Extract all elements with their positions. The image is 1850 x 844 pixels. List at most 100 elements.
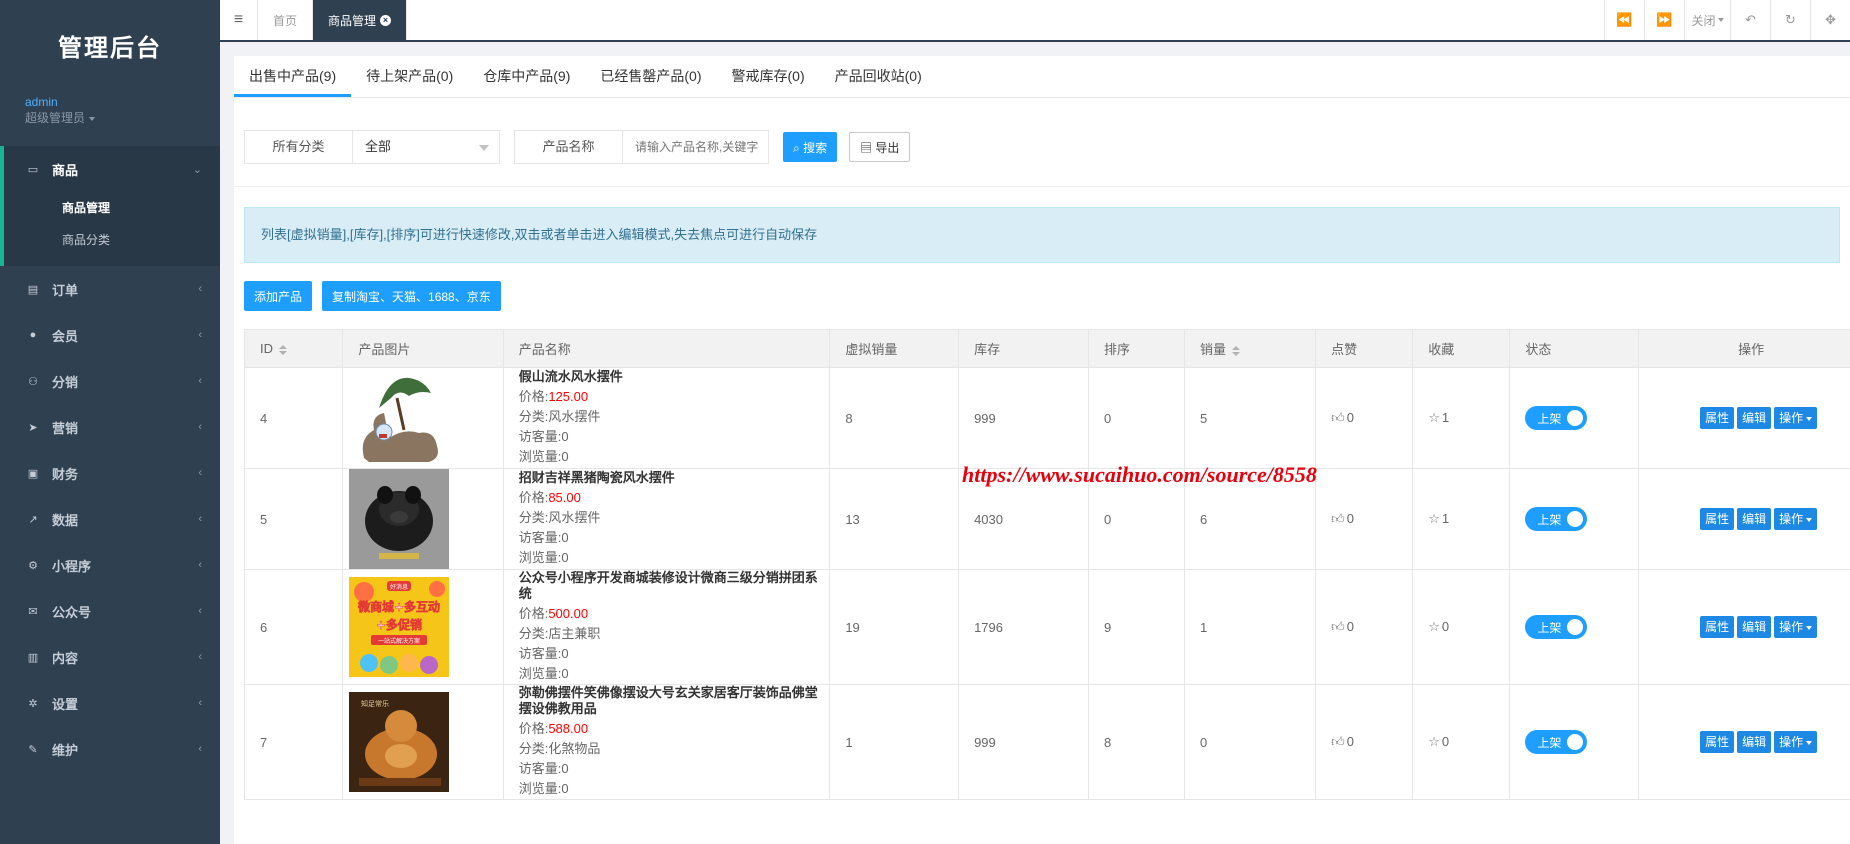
sidebar-item[interactable]: ✲ 设置 ‹ xyxy=(0,680,220,726)
attribute-button[interactable]: 属性 xyxy=(1700,731,1735,753)
attribute-button[interactable]: 属性 xyxy=(1700,508,1735,530)
sort-icon[interactable] xyxy=(279,344,287,355)
sidebar-item[interactable]: ✉ 公众号 ‹ xyxy=(0,588,220,634)
edit-button[interactable]: 编辑 xyxy=(1737,616,1772,638)
product-image[interactable]: 好消息微商城+多互动 +多促销一站式解决方案 xyxy=(349,577,450,677)
cell-status: 上架 xyxy=(1509,569,1640,685)
col-sales[interactable]: 销量 xyxy=(1183,329,1317,368)
status-tab[interactable]: 仓库中产品(9) xyxy=(468,56,585,97)
cell-actions: 属性 编辑 操作 xyxy=(1638,468,1850,570)
cell-virtual-sales[interactable]: 1 xyxy=(829,684,960,800)
product-status-tabs: 出售中产品(9) 待上架产品(0) 仓库中产品(9) 已经售罄产品(0) 警戒库存(0)… xyxy=(234,56,1850,98)
fullscreen-icon[interactable]: ✥ xyxy=(1810,0,1850,40)
sidebar-subitem[interactable]: 商品分类 xyxy=(4,224,220,256)
close-menu-button[interactable]: 关闭 xyxy=(1684,0,1730,40)
edit-button[interactable]: 编辑 xyxy=(1737,407,1772,429)
cell-virtual-sales[interactable]: 19 xyxy=(829,569,960,685)
product-name-input[interactable] xyxy=(623,131,768,163)
sidebar-subitem[interactable]: 商品管理 xyxy=(4,192,220,224)
add-product-button[interactable]: 添加产品 xyxy=(244,281,313,311)
status-toggle[interactable]: 上架 xyxy=(1525,615,1588,639)
tab-bar-tools: ⏪ ⏩ 关闭 ↶ ↻ ✥ xyxy=(1604,0,1850,40)
export-button-label: 导出 xyxy=(875,140,900,155)
scroll-left-icon[interactable]: ⏪ xyxy=(1604,0,1644,40)
chevron-left-icon: ‹ xyxy=(198,467,202,479)
status-toggle[interactable]: 上架 xyxy=(1525,406,1588,430)
edit-button[interactable]: 编辑 xyxy=(1737,508,1772,530)
cell-id: 7 xyxy=(243,684,344,800)
cell-name: 招财吉祥黑猪陶瓷风水摆件 价格:85.00 分类:风水摆件 访客量:0 浏览量:0 xyxy=(502,468,831,570)
status-toggle[interactable]: 上架 xyxy=(1525,507,1588,531)
cell-stock[interactable]: 1796 xyxy=(958,569,1090,685)
sidebar-group: ✉ 公众号 ‹ xyxy=(0,588,220,634)
status-tab[interactable]: 待上架产品(0) xyxy=(351,56,468,97)
sidebar-item[interactable]: ↗ 数据 ‹ xyxy=(0,496,220,542)
more-actions-dropdown[interactable]: 操作 xyxy=(1774,616,1818,638)
cell-sales: 1 xyxy=(1183,569,1317,685)
cell-virtual-sales[interactable]: 8 xyxy=(829,367,960,469)
user-info[interactable]: admin 超级管理员 xyxy=(0,90,220,146)
search-button[interactable]: ⌕ 搜索 xyxy=(783,132,838,162)
sidebar-item[interactable]: ⚇ 分销 ‹ xyxy=(0,358,220,404)
category-select[interactable]: 全部 xyxy=(353,131,499,163)
laptop-icon: ▭ xyxy=(27,163,39,176)
cell-sort[interactable]: 0 xyxy=(1088,367,1185,469)
category-filter-label: 所有分类 xyxy=(245,131,353,163)
cell-sort[interactable]: 9 xyxy=(1088,569,1185,685)
more-actions-dropdown[interactable]: 操作 xyxy=(1774,407,1818,429)
copy-product-button[interactable]: 复制淘宝、天猫、1688、京东 xyxy=(322,281,501,311)
tab-home[interactable]: 首页 xyxy=(258,0,314,40)
price-prefix: 价格: xyxy=(518,606,549,621)
sort-icon[interactable] xyxy=(1232,345,1241,356)
refresh-icon[interactable]: ↻ xyxy=(1770,0,1810,40)
sidebar-item[interactable]: ✎ 维护 ‹ xyxy=(0,726,220,772)
user-name[interactable]: admin xyxy=(25,94,195,110)
cell-status: 上架 xyxy=(1509,468,1640,570)
sidebar-item[interactable]: ▣ 财务 ‹ xyxy=(0,450,220,496)
product-image[interactable] xyxy=(349,469,450,569)
attribute-button[interactable]: 属性 xyxy=(1700,407,1735,429)
cell-sort[interactable]: 0 xyxy=(1088,468,1185,570)
cell-stock[interactable]: 999 xyxy=(958,367,1090,469)
status-toggle[interactable]: 上架 xyxy=(1525,730,1588,754)
sidebar-group: ▥ 内容 ‹ xyxy=(0,634,220,680)
sidebar-group: ⚙ 小程序 ‹ xyxy=(0,542,220,588)
sidebar-group: ✎ 维护 ‹ xyxy=(0,726,220,772)
product-image[interactable]: 知足常乐 xyxy=(349,692,450,792)
menu-toggle-icon[interactable]: ≡ xyxy=(220,0,258,40)
sidebar-item[interactable]: ▥ 内容 ‹ xyxy=(0,634,220,680)
collects-count: 0 xyxy=(1441,619,1450,634)
back-icon[interactable]: ↶ xyxy=(1730,0,1770,40)
user-role-dropdown[interactable]: 超级管理员 xyxy=(25,110,195,126)
tab-product-management[interactable]: 商品管理 × xyxy=(313,0,408,40)
product-visits: 访客量:0 xyxy=(518,761,569,776)
status-tab[interactable]: 已经售罄产品(0) xyxy=(585,56,716,97)
col-id[interactable]: ID xyxy=(243,329,344,368)
info-alert: 列表[虚拟销量],[库存],[排序]可进行快速修改,双击或者单击进入编辑模式,失… xyxy=(244,207,1840,263)
attribute-button[interactable]: 属性 xyxy=(1700,616,1735,638)
chevron-left-icon: ‹ xyxy=(198,651,202,663)
scroll-right-icon[interactable]: ⏩ xyxy=(1644,0,1684,40)
status-tab[interactable]: 警戒库存(0) xyxy=(717,56,820,97)
cell-sales: 5 xyxy=(1183,367,1317,469)
cell-sort[interactable]: 8 xyxy=(1088,684,1185,800)
sidebar-item[interactable]: ➤ 营销 ‹ xyxy=(0,404,220,450)
sidebar-item[interactable]: ▤ 订单 ‹ xyxy=(0,266,220,312)
cell-stock[interactable]: 999 xyxy=(958,684,1090,800)
sidebar-item-label: 数据 xyxy=(52,512,79,528)
more-actions-dropdown[interactable]: 操作 xyxy=(1774,508,1818,530)
close-tab-icon[interactable]: × xyxy=(380,14,392,26)
cell-virtual-sales[interactable]: 13 xyxy=(829,468,960,570)
sidebar-item[interactable]: ▭ 商品 ⌄ xyxy=(4,146,220,192)
status-tab[interactable]: 产品回收站(0) xyxy=(820,56,937,97)
product-image[interactable] xyxy=(349,368,450,468)
sidebar-item[interactable]: ● 会员 ‹ xyxy=(0,312,220,358)
export-button[interactable]: ▤ 导出 xyxy=(849,132,911,162)
cell-id: 4 xyxy=(243,367,344,469)
status-tab[interactable]: 出售中产品(9) xyxy=(234,56,352,97)
more-actions-dropdown[interactable]: 操作 xyxy=(1774,731,1818,753)
cell-stock[interactable]: 4030 xyxy=(958,468,1090,570)
sidebar-item-label: 订单 xyxy=(52,282,79,298)
edit-button[interactable]: 编辑 xyxy=(1737,731,1772,753)
sidebar-item[interactable]: ⚙ 小程序 ‹ xyxy=(0,542,220,588)
